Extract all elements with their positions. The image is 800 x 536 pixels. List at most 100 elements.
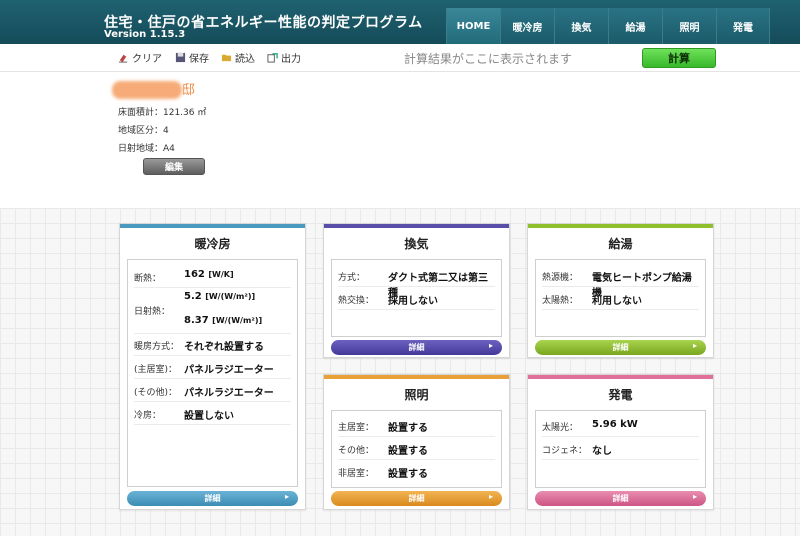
insulation-value: 162 [W/K]: [184, 269, 234, 280]
detail-label: 詳細: [408, 343, 425, 352]
card-body: 太陽光： 5.96 kW コジェネ： なし: [535, 410, 706, 488]
solar-heat-row: 太陽熱： 利用しない: [542, 287, 699, 310]
app-version: Version 1.15.3: [104, 29, 186, 40]
chevron-right-icon: ▸: [284, 492, 289, 501]
heater-label: 熱源機：: [542, 273, 579, 283]
nav-ventilation[interactable]: 換気: [554, 8, 608, 44]
card-body: 熱源機： 電気ヒートポンプ給湯機 太陽熱： 利用しない: [535, 259, 706, 337]
card-body: 方式： ダクト式第二又は第三種 熱交換： 採用しない: [331, 259, 502, 337]
chevron-right-icon: ▸: [692, 341, 697, 350]
main-room-value: パネルラジエーター: [184, 365, 274, 376]
cooling-value: 設置しない: [184, 411, 234, 422]
generation-card: 発電 太陽光： 5.96 kW コジェネ： なし 詳細 ▸: [527, 374, 714, 510]
ventilation-detail-button[interactable]: 詳細 ▸: [331, 340, 502, 355]
output-label: 出力: [281, 54, 301, 65]
card-body: 断熱： 162 [W/K] 日射熱： 5.2 [W/(W/m²)] 8.37 […: [127, 259, 298, 487]
solar-gain-value-2: 8.37 [W/(W/m²)]: [184, 315, 263, 326]
solar-gain-value-1: 5.2 [W/(W/m²)]: [184, 291, 256, 302]
cogen-value: なし: [592, 446, 612, 457]
save-icon: [175, 52, 186, 63]
pv-row: 太陽光： 5.96 kW: [542, 414, 699, 437]
other-room-label: (その他)：: [134, 388, 178, 398]
detail-label: 詳細: [612, 343, 629, 352]
main-room-row: (主居室)： パネルラジエーター: [134, 356, 291, 379]
heating-method-row: 暖房方式： それぞれ設置する: [134, 334, 291, 356]
clear-label: クリア: [132, 54, 162, 65]
other-room-value: パネルラジエーター: [184, 388, 274, 399]
light-nonliving-value: 設置する: [388, 469, 428, 480]
nav-heating[interactable]: 暖冷房: [500, 8, 554, 44]
detail-label: 詳細: [204, 494, 221, 503]
solar-gain-row: 日射熱： 5.2 [W/(W/m²)] 8.37 [W/(W/m²)]: [134, 288, 291, 334]
card-title: 暖冷房: [194, 237, 231, 251]
main-room-label: (主居室)：: [134, 365, 178, 375]
heat-exchange-row: 熱交換： 採用しない: [338, 287, 495, 310]
solar-gain-label: 日射熱：: [134, 307, 171, 317]
chevron-right-icon: ▸: [488, 492, 493, 501]
light-other-value: 設置する: [388, 446, 428, 457]
house-name-suffix: 邸: [182, 83, 196, 98]
pv-label: 太陽光：: [542, 423, 579, 433]
nav-generation[interactable]: 発電: [716, 8, 770, 44]
save-button[interactable]: 保存: [175, 50, 209, 65]
detail-label: 詳細: [408, 494, 425, 503]
load-button[interactable]: 読込: [221, 50, 255, 65]
card-title: 給湯: [608, 237, 633, 251]
output-button[interactable]: 出力: [267, 50, 301, 65]
cooling-row: 冷房： 設置しない: [134, 402, 291, 425]
light-other-label: その他：: [338, 446, 375, 456]
card-body: 主居室： 設置する その他： 設置する 非居室： 設置する: [331, 410, 502, 488]
house-name: 邸: [112, 77, 202, 101]
light-nonliving-label: 非居室：: [338, 469, 375, 479]
nav-hotwater[interactable]: 給湯: [608, 8, 662, 44]
vent-method-label: 方式：: [338, 273, 366, 283]
region: 地域区分：4: [118, 126, 169, 136]
app-header: 住宅・住戸の省エネルギー性能の判定プログラム Version 1.15.3 HO…: [0, 0, 800, 44]
card-accent: [528, 375, 713, 379]
nav-home[interactable]: HOME: [446, 8, 500, 44]
calculate-button[interactable]: 計算: [642, 48, 716, 68]
heater-row: 熱源機： 電気ヒートポンプ給湯機: [542, 264, 699, 299]
folder-icon: [221, 54, 232, 62]
cogen-row: コジェネ： なし: [542, 437, 699, 460]
card-accent: [120, 224, 305, 228]
light-main-label: 主居室：: [338, 423, 375, 433]
heating-method-label: 暖房方式：: [134, 342, 180, 352]
light-other-row: その他： 設置する: [338, 437, 495, 460]
redacted-name: [112, 81, 182, 99]
heating-detail-button[interactable]: 詳細 ▸: [127, 491, 298, 506]
light-main-row: 主居室： 設置する: [338, 414, 495, 437]
card-accent: [528, 224, 713, 228]
vent-method-row: 方式： ダクト式第二又は第三種: [338, 264, 495, 299]
generation-detail-button[interactable]: 詳細 ▸: [535, 491, 706, 506]
clear-button[interactable]: クリア: [118, 50, 162, 65]
chevron-right-icon: ▸: [692, 492, 697, 501]
card-title: 発電: [608, 388, 633, 402]
pv-value: 5.96 kW: [592, 419, 638, 430]
chevron-right-icon: ▸: [488, 341, 493, 350]
other-room-row: (その他)： パネルラジエーター: [134, 379, 291, 402]
lighting-detail-button[interactable]: 詳細 ▸: [331, 491, 502, 506]
insulation-row: 断熱： 162 [W/K]: [134, 266, 291, 288]
cogen-label: コジェネ：: [542, 446, 588, 456]
floor-area: 床面積計：121.36 ㎡: [118, 108, 207, 118]
hotwater-detail-button[interactable]: 詳細 ▸: [535, 340, 706, 355]
main-nav: HOME 暖冷房 換気 給湯 照明 発電: [446, 8, 770, 44]
heat-exchange-value: 採用しない: [388, 296, 438, 307]
edit-button[interactable]: 編集: [143, 158, 205, 175]
detail-label: 詳細: [612, 494, 629, 503]
hotwater-card: 給湯 熱源機： 電気ヒートポンプ給湯機 太陽熱： 利用しない 詳細 ▸: [527, 223, 714, 358]
card-accent: [324, 224, 509, 228]
card-accent: [324, 375, 509, 379]
ventilation-card: 換気 方式： ダクト式第二又は第三種 熱交換： 採用しない 詳細 ▸: [323, 223, 510, 358]
cooling-label: 冷房：: [134, 411, 162, 421]
lighting-card: 照明 主居室： 設置する その他： 設置する 非居室： 設置する 詳細 ▸: [323, 374, 510, 510]
heat-exchange-label: 熱交換：: [338, 296, 375, 306]
card-title: 照明: [404, 388, 429, 402]
load-label: 読込: [235, 54, 255, 65]
light-nonliving-row: 非居室： 設置する: [338, 460, 495, 483]
save-label: 保存: [189, 54, 209, 65]
nav-lighting[interactable]: 照明: [662, 8, 716, 44]
heating-card: 暖冷房 断熱： 162 [W/K] 日射熱： 5.2 [W/(W/m²)] 8.…: [119, 223, 306, 510]
light-main-value: 設置する: [388, 423, 428, 434]
